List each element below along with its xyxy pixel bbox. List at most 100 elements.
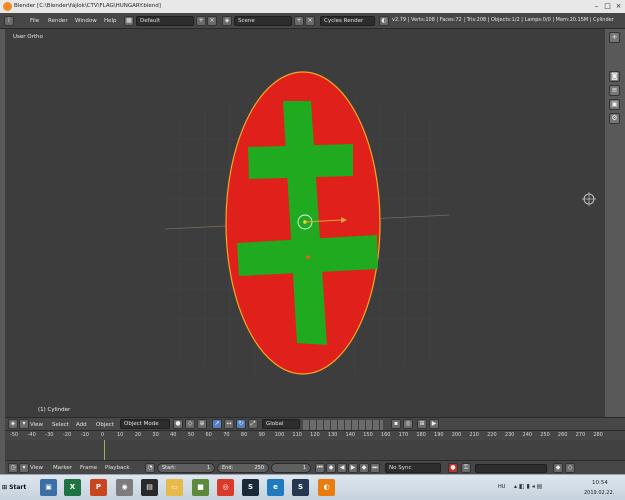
shading-icon[interactable]: ● xyxy=(173,419,183,429)
render-preview-icon[interactable]: ▶ xyxy=(429,419,439,429)
maximize-button[interactable]: □ xyxy=(603,1,612,11)
keying-set-icon[interactable]: ⚿ xyxy=(461,463,471,473)
play-icon[interactable]: ▶ xyxy=(348,463,358,473)
mode-select[interactable]: Object Mode xyxy=(120,419,170,429)
prev-keyframe-icon[interactable]: ◆ xyxy=(326,463,336,473)
menu-frame[interactable]: Frame xyxy=(80,463,97,473)
add-scene-button[interactable]: + xyxy=(294,16,304,26)
clock-time[interactable]: 10:54 xyxy=(592,480,608,486)
editor-type-3d-icon[interactable]: ◈ xyxy=(8,419,18,429)
end-frame-field[interactable]: End: 250 xyxy=(217,463,269,473)
rotate-icon[interactable]: ↻ xyxy=(236,419,246,429)
play-reverse-icon[interactable]: ◀ xyxy=(337,463,347,473)
sync-select[interactable]: No Sync xyxy=(385,463,441,473)
current-frame-cursor[interactable] xyxy=(104,440,106,461)
3d-viewport[interactable]: User Ortho (1) Cylinder xyxy=(5,29,605,417)
menu-window[interactable]: Window xyxy=(75,16,97,26)
render-engine-select[interactable]: Cycles Render xyxy=(320,16,375,26)
close-button[interactable]: × xyxy=(614,1,623,11)
layout-icon[interactable]: ▦ xyxy=(124,16,134,26)
header-collapse-icon[interactable]: ▾ xyxy=(19,419,29,429)
jump-end-icon[interactable]: ⏭ xyxy=(370,463,380,473)
menu-add[interactable]: Add xyxy=(76,420,87,430)
steam-icon-2[interactable]: S xyxy=(292,479,309,496)
header-collapse-icon-2[interactable]: ▾ xyxy=(19,463,29,473)
timeline-editor[interactable]: -50 -40 -30 -20 -10 0 10 20 30 40 50 60 70 80 90 100 110… xyxy=(5,430,625,461)
timeline-tick-label: 100 xyxy=(274,432,285,438)
preview-range-icon[interactable]: ◔ xyxy=(145,463,155,473)
menu-playback[interactable]: Playback xyxy=(105,463,130,473)
menu-render[interactable]: Render xyxy=(48,16,68,26)
timeline-tick-label: 20 xyxy=(134,432,142,438)
translate-icon[interactable]: ↔ xyxy=(224,419,234,429)
keying-set-field[interactable] xyxy=(475,464,547,473)
view-name-label: User Ortho xyxy=(13,34,43,40)
object-icon[interactable]: ▣ xyxy=(609,99,620,110)
menu-file[interactable]: File xyxy=(30,16,39,26)
editor-type-timeline-icon[interactable]: ◷ xyxy=(8,463,18,473)
remove-scene-button[interactable]: × xyxy=(305,16,315,26)
timeline-tick-label: -10 xyxy=(80,432,89,438)
timeline-header: ◷ ▾ View Marker Frame Playback ◔ Start: … xyxy=(5,460,625,474)
jump-start-icon[interactable]: ⏮ xyxy=(315,463,325,473)
menu-timeline-view[interactable]: View xyxy=(30,463,43,473)
manipulator-toggle-icon[interactable]: ↗ xyxy=(212,419,222,429)
timeline-tick-label: -50 xyxy=(9,432,19,438)
remove-layout-button[interactable]: × xyxy=(207,16,217,26)
lock-icon[interactable]: ▪ xyxy=(391,419,401,429)
menu-help[interactable]: Help xyxy=(104,16,117,26)
snap-element-icon[interactable]: ⊞ xyxy=(417,419,427,429)
scene-stats: v2.79 | Verts:108 | Faces:72 | Tris:208 … xyxy=(392,17,614,23)
timeline-tick-label: 70 xyxy=(223,432,230,438)
camera-icon[interactable]: ◙ xyxy=(609,71,620,82)
snap-icon[interactable]: ⊕ xyxy=(197,419,207,429)
timeline-area[interactable] xyxy=(5,440,625,461)
viewport-scene[interactable] xyxy=(5,29,605,417)
proportional-edit-icon[interactable]: ◎ xyxy=(403,419,413,429)
timeline-tick-label: 50 xyxy=(187,432,195,438)
scene-icon[interactable]: ◈ xyxy=(222,16,232,26)
steam-icon[interactable]: S xyxy=(242,479,259,496)
media-icon[interactable]: ▤ xyxy=(141,479,158,496)
menu-marker[interactable]: Marker xyxy=(53,463,72,473)
chrome-icon[interactable]: ◎ xyxy=(217,479,234,496)
panel-toggle-button[interactable]: + xyxy=(609,32,620,43)
record-icon[interactable]: ● xyxy=(448,463,458,473)
layout-select[interactable]: Default xyxy=(136,16,194,26)
tray-icons[interactable]: ▴ ◧ ▮ ◂ ▤ xyxy=(514,483,574,493)
scene-select[interactable]: Scene xyxy=(234,16,292,26)
current-frame-field[interactable]: 1 xyxy=(271,463,311,473)
timeline-ruler: -50 -40 -30 -20 -10 0 10 20 30 40 50 60 70 80 90 100 110… xyxy=(9,432,621,440)
start-frame-field[interactable]: Start: 1 xyxy=(157,463,215,473)
scale-icon[interactable]: ⤢ xyxy=(248,419,258,429)
pivot-icon[interactable]: ◇ xyxy=(185,419,195,429)
blender-info-icon: ◐ xyxy=(379,16,389,26)
minecraft-icon[interactable]: ■ xyxy=(192,479,209,496)
folder-icon[interactable]: ▭ xyxy=(166,479,183,496)
add-layout-button[interactable]: + xyxy=(196,16,206,26)
delete-keyframe-icon[interactable]: ◇ xyxy=(565,463,575,473)
edge-icon[interactable]: e xyxy=(267,479,284,496)
menu-select[interactable]: Select xyxy=(52,420,69,430)
menu-view[interactable]: View xyxy=(30,420,43,430)
cd-icon[interactable]: ◉ xyxy=(116,479,133,496)
powerpoint-icon[interactable]: P xyxy=(90,479,107,496)
timeline-tick-label: 60 xyxy=(205,432,212,438)
window-titlebar: Blender [C:\Blender\fájlok\CTV\FLAG\HUNG… xyxy=(0,0,625,13)
network-icon[interactable]: ▣ xyxy=(40,479,57,496)
info-header: i File Render Window Help ▦ Default + × … xyxy=(0,13,625,29)
insert-keyframe-icon[interactable]: ◆ xyxy=(553,463,563,473)
layers-icon[interactable]: ≡ xyxy=(609,85,620,96)
modifier-icon[interactable]: ⚙ xyxy=(609,113,620,124)
excel-icon[interactable]: X xyxy=(64,479,81,496)
blender-icon[interactable]: ◐ xyxy=(318,479,335,496)
editor-type-icon[interactable]: i xyxy=(4,16,14,26)
language-indicator[interactable]: HU xyxy=(498,484,505,490)
next-keyframe-icon[interactable]: ◆ xyxy=(359,463,369,473)
minimize-button[interactable]: – xyxy=(592,1,601,11)
layer-buttons[interactable] xyxy=(303,420,383,430)
clock-date[interactable]: 2019.02.22. xyxy=(584,490,614,496)
start-button[interactable]: ⊞ Start xyxy=(2,478,30,498)
orientation-select[interactable]: Global xyxy=(262,419,300,429)
menu-object[interactable]: Object xyxy=(96,420,114,430)
